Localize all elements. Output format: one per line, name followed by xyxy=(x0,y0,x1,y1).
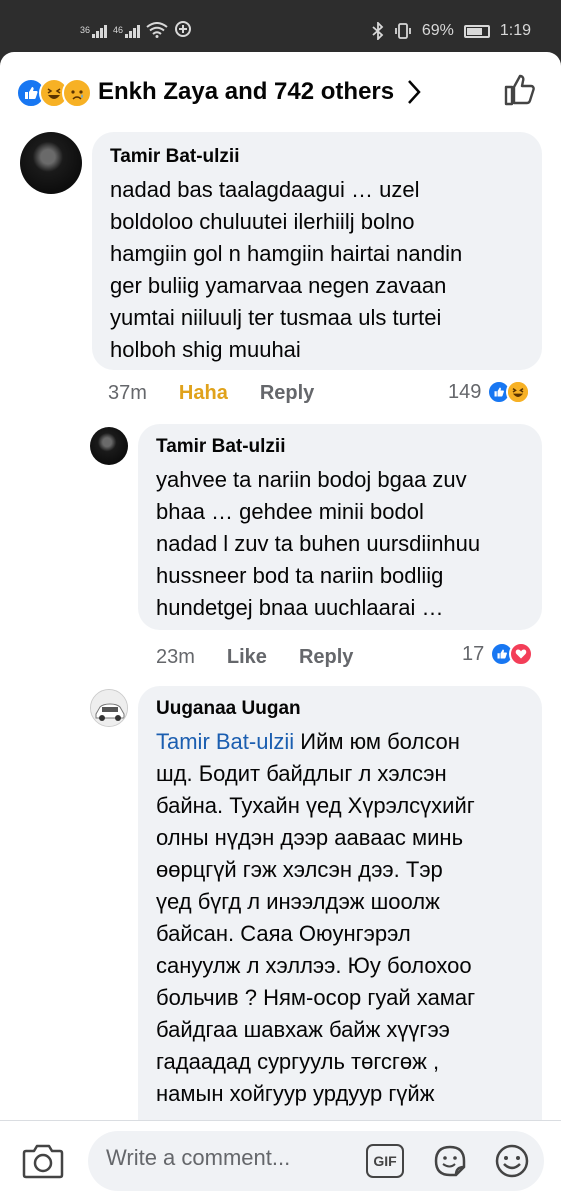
camera-icon xyxy=(22,1144,64,1179)
cell-signal-icon: 46 xyxy=(113,25,141,38)
comment-actions: 23m Like Reply xyxy=(156,646,353,669)
car-icon xyxy=(91,690,127,726)
network-type-label: 46 xyxy=(113,25,124,35)
haha-icon xyxy=(506,380,531,404)
network-type-label: 36 xyxy=(80,25,91,35)
vibrate-icon xyxy=(394,23,411,39)
thumbs-up-icon xyxy=(504,74,535,106)
comment-author[interactable]: Tamir Bat-ulzii xyxy=(156,436,524,458)
comment-input[interactable] xyxy=(106,1145,356,1171)
reactors-summary[interactable]: Enkh Zaya and 742 others xyxy=(98,78,394,106)
comment-reply: Uuganaa Uugan Tamir Bat-ulzii Ийм юм бол… xyxy=(0,686,561,1146)
sticker-button[interactable] xyxy=(430,1141,470,1181)
comment-input-wrapper: GIF xyxy=(88,1131,544,1191)
comment: Tamir Bat-ulzii nadad bas taalagdaagui …… xyxy=(0,132,561,412)
comment-text: nadad bas taalagdaagui … uzel boldoloo c… xyxy=(110,177,463,362)
comment-composer: GIF xyxy=(0,1120,561,1200)
comment-author[interactable]: Uuganaa Uugan xyxy=(156,698,524,720)
chevron-right-icon[interactable] xyxy=(405,78,423,113)
mention-link[interactable]: Tamir Bat-ulzii xyxy=(156,729,294,754)
like-button[interactable]: Like xyxy=(227,646,267,669)
comment-bubble[interactable]: Uuganaa Uugan Tamir Bat-ulzii Ийм юм бол… xyxy=(138,686,542,1146)
comments-sheet: Enkh Zaya and 742 others Tamir Bat-ulzii… xyxy=(0,52,561,1200)
comment-time: 23m xyxy=(156,646,195,668)
reply-button[interactable]: Reply xyxy=(299,646,353,669)
data-saver-icon xyxy=(175,21,192,37)
clock: 1:19 xyxy=(499,22,531,39)
love-icon xyxy=(509,642,534,666)
camera-button[interactable] xyxy=(22,1141,64,1181)
reaction-count[interactable]: 17 xyxy=(462,642,534,666)
comment-text: Tamir Bat-ulzii Ийм юм болсон шд. Бодит … xyxy=(156,729,476,1106)
reactions-header[interactable]: Enkh Zaya and 742 others xyxy=(0,52,561,132)
emoji-icon xyxy=(495,1144,529,1178)
reaction-icons xyxy=(16,78,92,108)
comment-bubble[interactable]: Tamir Bat-ulzii nadad bas taalagdaagui …… xyxy=(92,132,542,370)
battery-percent: 69% xyxy=(421,22,454,39)
battery-icon xyxy=(463,24,490,38)
sticker-icon xyxy=(434,1145,466,1177)
comment-bubble[interactable]: Tamir Bat-ulzii yahvee ta nariin bodoj b… xyxy=(138,424,542,630)
status-bar: 36 46 69% 1:19 xyxy=(0,0,561,52)
bluetooth-icon xyxy=(372,22,384,40)
reply-button[interactable]: Reply xyxy=(260,382,314,405)
comment-author[interactable]: Tamir Bat-ulzii xyxy=(110,146,524,168)
reaction-count[interactable]: 149 xyxy=(448,380,531,404)
avatar[interactable] xyxy=(90,689,128,727)
avatar[interactable] xyxy=(20,132,82,194)
like-post-button[interactable] xyxy=(498,68,542,112)
emoji-button[interactable] xyxy=(492,1141,532,1181)
comment-text: yahvee ta nariin bodoj bgaa zuv bhaa … g… xyxy=(156,467,481,620)
wifi-icon xyxy=(146,22,168,38)
haha-reaction-button[interactable]: Haha xyxy=(179,382,228,405)
cell-signal-icon: 36 xyxy=(80,25,108,38)
gif-button[interactable]: GIF xyxy=(366,1144,404,1178)
comment-reply: Tamir Bat-ulzii yahvee ta nariin bodoj b… xyxy=(0,424,561,676)
comment-actions: 37m Haha Reply xyxy=(108,382,314,405)
avatar[interactable] xyxy=(90,427,128,465)
comment-time: 37m xyxy=(108,382,147,404)
sad-icon xyxy=(62,78,92,108)
